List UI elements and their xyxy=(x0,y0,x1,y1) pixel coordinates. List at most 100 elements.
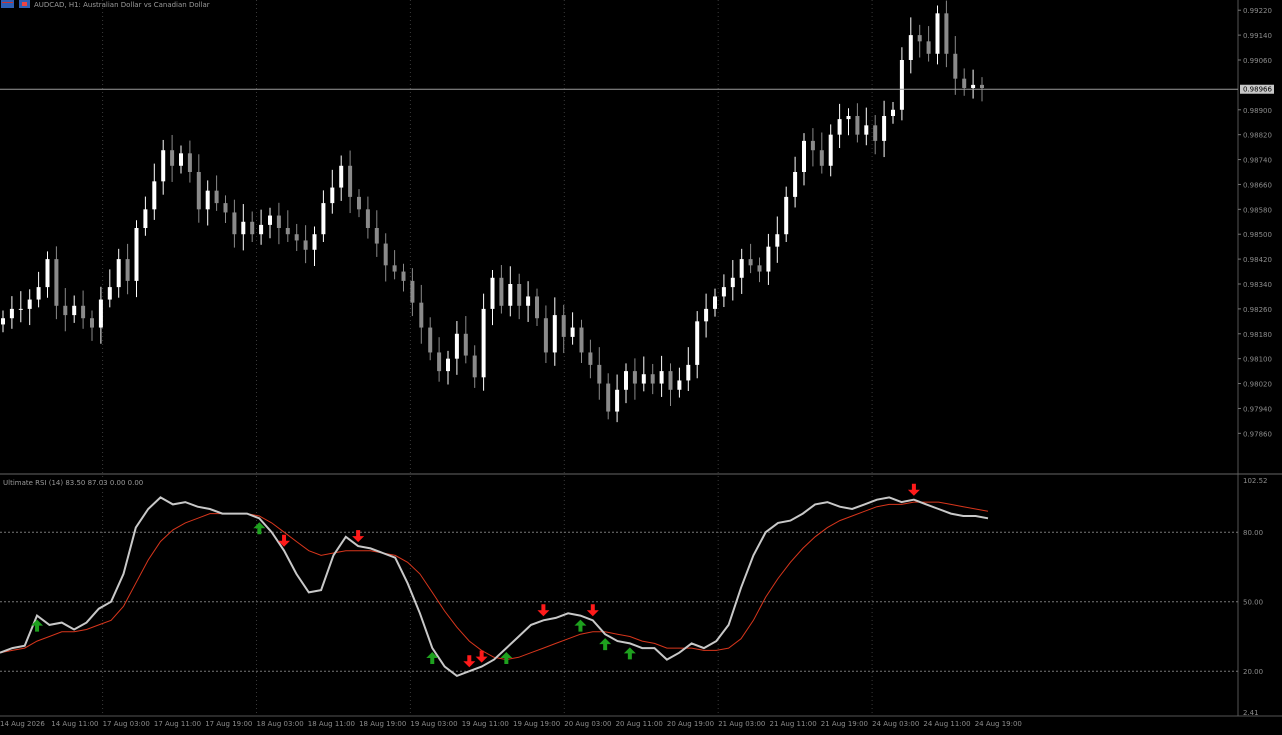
candle-body xyxy=(597,364,602,384)
candle-body xyxy=(232,212,237,235)
candle-body xyxy=(330,187,335,204)
time-tick-label: 21 Aug 11:00 xyxy=(770,720,817,728)
candle-body xyxy=(810,140,815,151)
price-tick-label: 0.98660 xyxy=(1243,181,1272,189)
candle-body xyxy=(561,315,566,337)
candle-body xyxy=(214,190,219,204)
price-tick-label: 0.98420 xyxy=(1243,256,1272,264)
candle-body xyxy=(205,190,210,210)
candle-body xyxy=(730,277,735,288)
price-tick-label: 0.97940 xyxy=(1243,405,1272,413)
candle-body xyxy=(134,228,139,281)
candle-body xyxy=(241,221,246,235)
chart-background xyxy=(0,0,1282,735)
candle-body xyxy=(392,265,397,272)
candle-body xyxy=(339,165,344,188)
candle-body xyxy=(472,355,477,378)
candle-body xyxy=(116,259,121,288)
candle-body xyxy=(196,172,201,210)
candle-body xyxy=(891,109,895,116)
candle-body xyxy=(383,243,388,266)
time-tick-label: 14 Aug 11:00 xyxy=(51,720,98,728)
candle-body xyxy=(704,308,709,322)
indicator-header: Ultimate RSI (14) 83.50 87.03 0.00 0.00 xyxy=(3,479,143,487)
time-tick-label: 24 Aug 19:00 xyxy=(975,720,1022,728)
time-tick-label: 21 Aug 03:00 xyxy=(718,720,765,728)
candle-body xyxy=(980,84,984,88)
candle-body xyxy=(321,203,326,235)
candle-body xyxy=(9,308,14,319)
candle-body xyxy=(161,150,166,182)
candle-body xyxy=(962,78,967,88)
time-tick-label: 21 Aug 19:00 xyxy=(821,720,868,728)
candle-body xyxy=(846,116,851,120)
candle-body xyxy=(18,308,23,310)
candle-body xyxy=(686,364,691,381)
candle-body xyxy=(170,150,175,166)
time-tick-label: 18 Aug 03:00 xyxy=(257,720,304,728)
candle-body xyxy=(650,374,655,384)
price-tick-label: 0.98260 xyxy=(1243,306,1272,314)
candle-body xyxy=(285,228,290,235)
price-tick-label: 0.98820 xyxy=(1243,132,1272,140)
candle-body xyxy=(695,321,700,365)
candle-body xyxy=(45,259,50,288)
candle-body xyxy=(259,224,264,235)
candle-body xyxy=(935,13,940,54)
candle-body xyxy=(152,181,157,210)
candle-body xyxy=(357,196,361,210)
candle-body xyxy=(713,296,717,309)
flag-icon[interactable] xyxy=(1,0,14,8)
candle-body xyxy=(944,13,949,54)
candle-body xyxy=(187,153,192,172)
candle-body xyxy=(437,352,442,372)
candle-body xyxy=(303,240,308,250)
candle-body xyxy=(882,116,887,141)
candle-body xyxy=(971,84,976,88)
candle-body xyxy=(579,327,584,353)
candle-body xyxy=(454,333,459,359)
time-tick-label: 19 Aug 11:00 xyxy=(462,720,509,728)
candle-body xyxy=(365,209,370,228)
candle-body xyxy=(463,333,468,356)
candle-body xyxy=(588,352,593,365)
candle-body xyxy=(570,327,575,337)
candle-body xyxy=(802,140,806,172)
candle-body xyxy=(36,287,41,300)
candle-body xyxy=(410,280,415,303)
flag-stripe-icon xyxy=(2,2,13,3)
candle-body xyxy=(250,221,255,235)
candle-body xyxy=(659,371,664,384)
candle-body xyxy=(419,302,424,328)
candle-body xyxy=(739,259,744,278)
candle-body xyxy=(508,284,513,306)
candle-body xyxy=(953,53,958,79)
candle-body xyxy=(446,358,450,372)
candle-body xyxy=(784,196,789,235)
candle-body xyxy=(481,308,486,378)
candle-body xyxy=(632,371,637,384)
candle-body xyxy=(490,277,495,309)
candle-body xyxy=(223,203,228,213)
time-tick-label: 18 Aug 19:00 xyxy=(359,720,406,728)
trading-chart[interactable]: 0.99220 0.99140 0.99060 0.98900 0.98820 0.987… xyxy=(0,0,1282,735)
candle-body xyxy=(1,318,5,325)
candle-body xyxy=(499,277,504,306)
time-tick-label: 19 Aug 03:00 xyxy=(410,720,457,728)
candle-body xyxy=(276,215,281,228)
candle-body xyxy=(27,299,32,309)
candle-body xyxy=(677,380,682,390)
price-tick-label: 0.97860 xyxy=(1243,430,1272,438)
candle-body xyxy=(855,116,860,135)
candle-body xyxy=(917,35,922,42)
candle-body xyxy=(54,259,59,306)
indicator-tick-label: 80.00 xyxy=(1243,529,1263,537)
candle-body xyxy=(641,374,646,384)
candle-body xyxy=(294,234,299,241)
candle-body xyxy=(312,234,317,250)
candle-body xyxy=(535,296,539,319)
candle-body xyxy=(864,125,869,135)
price-tick-label: 0.99220 xyxy=(1243,7,1272,15)
price-tick-label: 0.98180 xyxy=(1243,331,1272,339)
candle-body xyxy=(819,150,824,166)
